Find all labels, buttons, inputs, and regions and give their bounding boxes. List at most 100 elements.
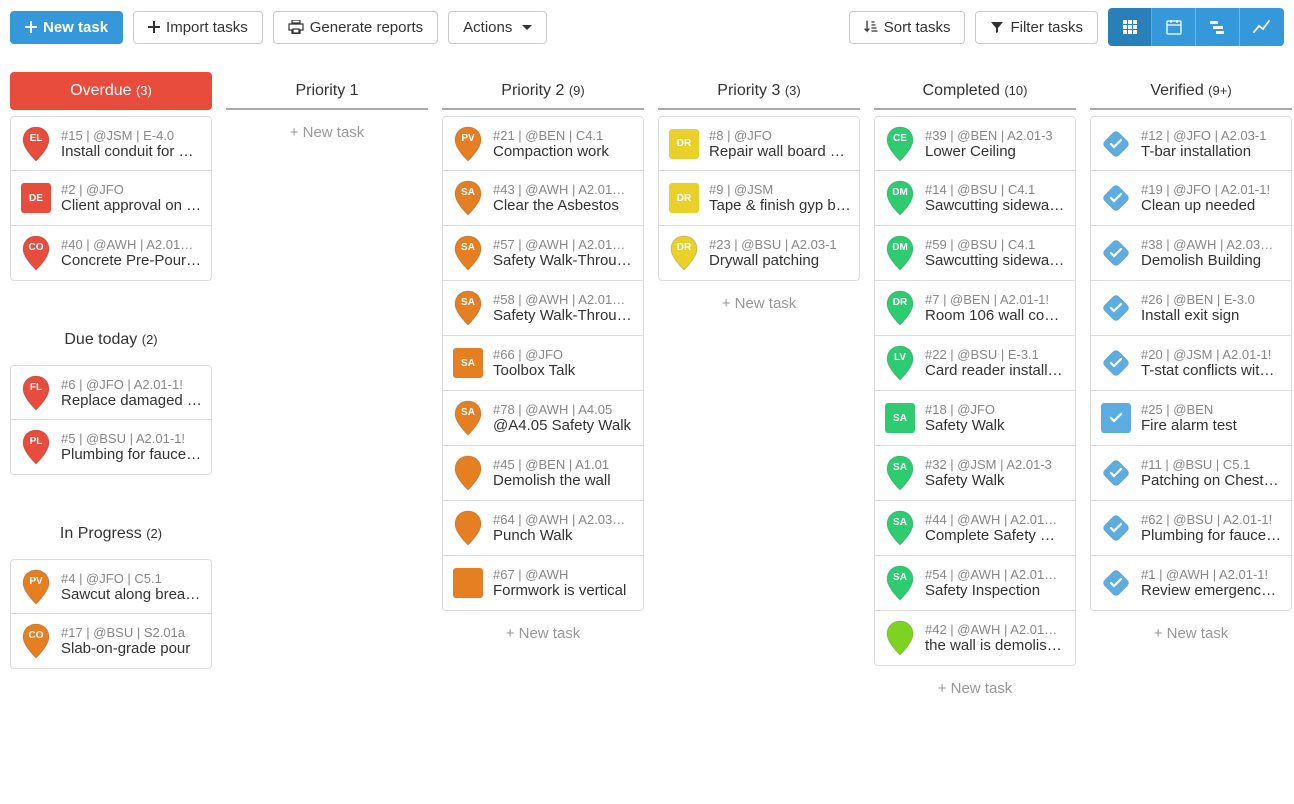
- task-card[interactable]: PV #4 | @JFO | C5.1 Sawcut along brea…: [10, 559, 212, 614]
- pin-marker-icon: SA: [453, 399, 483, 437]
- task-title: Safety Walk: [925, 472, 1067, 489]
- task-meta: #32 | @JSM | A2.01-3: [925, 457, 1067, 472]
- task-card[interactable]: DE #2 | @JFO Client approval on …: [10, 171, 212, 226]
- toolbar: New task Import tasks Generate reports A…: [10, 8, 1284, 46]
- view-chart-button[interactable]: [1240, 8, 1284, 46]
- task-title: Repair wall board …: [709, 143, 851, 160]
- task-card[interactable]: SA #66 | @JFO Toolbox Talk: [442, 336, 644, 391]
- plus-icon: [25, 21, 37, 33]
- task-card[interactable]: DR #8 | @JFO Repair wall board …: [658, 116, 860, 171]
- plus-icon: [148, 21, 160, 33]
- diamond-marker-icon: [1099, 181, 1133, 215]
- task-card[interactable]: #1 | @AWH | A2.01-1! Review emergency…: [1090, 556, 1292, 611]
- pin-marker-icon: EL: [21, 125, 51, 163]
- task-meta: #59 | @BSU | C4.1: [925, 237, 1067, 252]
- subgroup-header: Due today (2): [10, 321, 212, 359]
- task-meta: #7 | @BEN | A2.01-1!: [925, 292, 1067, 307]
- card-list: DR #8 | @JFO Repair wall board … DR #9 |…: [658, 116, 860, 281]
- column-header: Priority 1: [226, 72, 428, 110]
- task-meta: #45 | @BEN | A1.01: [493, 457, 635, 472]
- actions-dropdown[interactable]: Actions: [448, 11, 547, 44]
- task-card[interactable]: CO #40 | @AWH | A2.01… Concrete Pre-Pour…: [10, 226, 212, 281]
- task-card[interactable]: SA #57 | @AWH | A2.01… Safety Walk-Throu…: [442, 226, 644, 281]
- task-title: Slab-on-grade pour: [61, 640, 203, 657]
- task-title: T-stat conflicts wit…: [1141, 362, 1283, 379]
- task-card[interactable]: SA #43 | @AWH | A2.01… Clear the Asbesto…: [442, 171, 644, 226]
- task-title: Clear the Asbestos: [493, 197, 635, 214]
- task-card[interactable]: #11 | @BSU | C5.1 Patching on Chest…: [1090, 446, 1292, 501]
- subgroup-header: In Progress (2): [10, 515, 212, 553]
- task-card[interactable]: LV #22 | @BSU | E-3.1 Card reader instal…: [874, 336, 1076, 391]
- view-toggle: [1108, 8, 1284, 46]
- task-card[interactable]: SA #78 | @AWH | A4.05 @A4.05 Safety Walk: [442, 391, 644, 446]
- task-card[interactable]: CO #17 | @BSU | S2.01a Slab-on-grade pou…: [10, 614, 212, 669]
- task-card[interactable]: DR #9 | @JSM Tape & finish gyp b…: [658, 171, 860, 226]
- new-task-inline[interactable]: + New task: [658, 281, 860, 326]
- task-card[interactable]: #25 | @BEN Fire alarm test: [1090, 391, 1292, 446]
- square-marker-icon: [453, 568, 483, 598]
- task-card[interactable]: #26 | @BEN | E-3.0 Install exit sign: [1090, 281, 1292, 336]
- task-title: Plumbing for fauce…: [1141, 527, 1283, 544]
- task-card[interactable]: #38 | @AWH | A2.03… Demolish Building: [1090, 226, 1292, 281]
- column-priority2: Priority 2 (9) PV #21 | @BEN | C4.1 Comp…: [442, 72, 644, 656]
- card-list: EL #15 | @JSM | E-4.0 Install conduit fo…: [10, 116, 212, 281]
- task-meta: #17 | @BSU | S2.01a: [61, 625, 203, 640]
- task-card[interactable]: PL #5 | @BSU | A2.01-1! Plumbing for fau…: [10, 420, 212, 475]
- task-card[interactable]: SA #58 | @AWH | A2.01… Safety Walk-Throu…: [442, 281, 644, 336]
- task-card[interactable]: PV #21 | @BEN | C4.1 Compaction work: [442, 116, 644, 171]
- new-task-inline[interactable]: + New task: [874, 666, 1076, 711]
- new-task-inline[interactable]: + New task: [442, 611, 644, 656]
- filter-icon: [990, 20, 1004, 34]
- import-tasks-button[interactable]: Import tasks: [133, 11, 263, 44]
- view-calendar-button[interactable]: [1152, 8, 1196, 46]
- sort-tasks-button[interactable]: Sort tasks: [849, 11, 966, 44]
- column-count: (3): [136, 83, 152, 98]
- view-grid-button[interactable]: [1108, 8, 1152, 46]
- diamond-marker-icon: [1099, 346, 1133, 380]
- task-title: T-bar installation: [1141, 143, 1283, 160]
- task-card[interactable]: #12 | @JFO | A2.03-1 T-bar installation: [1090, 116, 1292, 171]
- task-meta: #4 | @JFO | C5.1: [61, 571, 203, 586]
- sort-icon: [864, 20, 878, 34]
- task-card[interactable]: #20 | @JSM | A2.01-1! T-stat conflicts w…: [1090, 336, 1292, 391]
- task-title: Sawcut along brea…: [61, 586, 203, 603]
- square-marker-icon: SA: [453, 348, 483, 378]
- task-card[interactable]: SA #32 | @JSM | A2.01-3 Safety Walk: [874, 446, 1076, 501]
- task-card[interactable]: #19 | @JFO | A2.01-1! Clean up needed: [1090, 171, 1292, 226]
- printer-icon: [288, 20, 304, 34]
- task-title: Punch Walk: [493, 527, 635, 544]
- generate-reports-label: Generate reports: [310, 19, 423, 36]
- task-card[interactable]: #64 | @AWH | A2.03… Punch Walk: [442, 501, 644, 556]
- generate-reports-button[interactable]: Generate reports: [273, 11, 438, 44]
- new-task-inline[interactable]: + New task: [1090, 611, 1292, 656]
- task-card[interactable]: FL #6 | @JFO | A2.01-1! Replace damaged …: [10, 365, 212, 420]
- view-gantt-button[interactable]: [1196, 8, 1240, 46]
- task-card[interactable]: #42 | @AWH | A2.01… the wall is demolis…: [874, 611, 1076, 666]
- task-meta: #44 | @AWH | A2.01…: [925, 512, 1067, 527]
- task-card[interactable]: EL #15 | @JSM | E-4.0 Install conduit fo…: [10, 116, 212, 171]
- new-task-inline[interactable]: + New task: [226, 110, 428, 155]
- task-card[interactable]: SA #54 | @AWH | A2.01… Safety Inspection: [874, 556, 1076, 611]
- task-card[interactable]: CE #39 | @BEN | A2.01-3 Lower Ceiling: [874, 116, 1076, 171]
- new-task-button[interactable]: New task: [10, 11, 123, 44]
- task-title: Compaction work: [493, 143, 635, 160]
- task-title: Replace damaged c…: [61, 392, 203, 409]
- task-meta: #12 | @JFO | A2.03-1: [1141, 128, 1283, 143]
- task-card[interactable]: #62 | @BSU | A2.01-1! Plumbing for fauce…: [1090, 501, 1292, 556]
- task-card[interactable]: DM #14 | @BSU | C4.1 Sawcutting sidewa…: [874, 171, 1076, 226]
- task-meta: #2 | @JFO: [61, 182, 203, 197]
- column-count: (10): [1004, 83, 1027, 98]
- task-card[interactable]: #45 | @BEN | A1.01 Demolish the wall: [442, 446, 644, 501]
- task-card[interactable]: #67 | @AWH Formwork is vertical: [442, 556, 644, 611]
- task-card[interactable]: DR #23 | @BSU | A2.03-1 Drywall patching: [658, 226, 860, 281]
- pin-marker-icon: DM: [885, 234, 915, 272]
- task-card[interactable]: DM #59 | @BSU | C4.1 Sawcutting sidewa…: [874, 226, 1076, 281]
- task-card[interactable]: SA #44 | @AWH | A2.01… Complete Safety …: [874, 501, 1076, 556]
- column-title: Overdue: [70, 82, 131, 99]
- filter-tasks-button[interactable]: Filter tasks: [975, 11, 1098, 44]
- task-card[interactable]: SA #18 | @JFO Safety Walk: [874, 391, 1076, 446]
- task-title: Install exit sign: [1141, 307, 1283, 324]
- task-meta: #26 | @BEN | E-3.0: [1141, 292, 1283, 307]
- task-meta: #57 | @AWH | A2.01…: [493, 237, 635, 252]
- task-card[interactable]: DR #7 | @BEN | A2.01-1! Room 106 wall co…: [874, 281, 1076, 336]
